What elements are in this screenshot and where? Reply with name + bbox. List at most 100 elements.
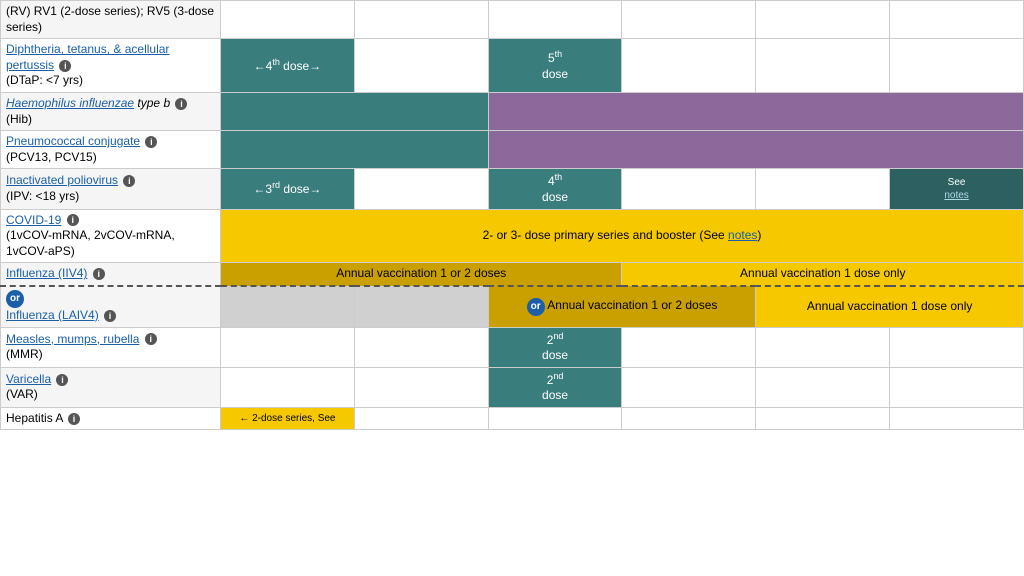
pcv-name-cell: Pneumococcal conjugate i (PCV13, PCV15)	[1, 131, 221, 169]
mmr-cell-6	[890, 327, 1024, 367]
covid-subname: (1vCOV-mRNA, 2vCOV-mRNA, 1vCOV-aPS)	[6, 228, 175, 258]
influenza-iiv-info-icon[interactable]: i	[93, 268, 105, 280]
pcv-subname: (PCV13, PCV15)	[6, 150, 97, 164]
mmr-link[interactable]: Measles, mumps, rubella	[6, 332, 139, 346]
dtap-row: Diphtheria, tetanus, & acellular pertuss…	[1, 39, 1024, 93]
ipv-notes-link[interactable]: notes	[944, 190, 968, 201]
influenza-laiv-link[interactable]: Influenza (LAIV4)	[6, 308, 99, 322]
rv-cell-6	[890, 1, 1024, 39]
pcv-row: Pneumococcal conjugate i (PCV13, PCV15)	[1, 131, 1024, 169]
varicella-cell-1	[221, 367, 355, 407]
influenza-iiv-cell-2: Annual vaccination 1 dose only	[622, 263, 1024, 286]
mmr-info-icon[interactable]: i	[145, 333, 157, 345]
varicella-cell-6	[890, 367, 1024, 407]
hepa-info-icon[interactable]: i	[68, 413, 80, 425]
mmr-cell-2	[354, 327, 488, 367]
dtap-name-cell: Diphtheria, tetanus, & acellular pertuss…	[1, 39, 221, 93]
varicella-info-icon[interactable]: i	[56, 374, 68, 386]
influenza-laiv-cell-3: or Annual vaccination 1 or 2 doses	[488, 286, 756, 327]
or-badge-2: or	[527, 298, 545, 316]
dtap-cell-3: 5thdose	[488, 39, 622, 93]
mmr-cell-1	[221, 327, 355, 367]
influenza-iiv-row: Influenza (IIV4) i Annual vaccination 1 …	[1, 263, 1024, 286]
pcv-info-icon[interactable]: i	[145, 136, 157, 148]
rv-cell-5	[756, 1, 890, 39]
pcv-cell-2	[488, 131, 1023, 169]
rv-name: (RV) RV1 (2-dose series); RV5 (3-dose se…	[1, 1, 221, 39]
influenza-iiv-cell-1: Annual vaccination 1 or 2 doses	[221, 263, 622, 286]
varicella-name-cell: Varicella i (VAR)	[1, 367, 221, 407]
hib-cell-2	[488, 92, 1023, 130]
mmr-cell-5	[756, 327, 890, 367]
ipv-cell-6: Seenotes	[890, 169, 1024, 209]
mmr-cell-3: 2nddose	[488, 327, 622, 367]
dtap-cell-6	[890, 39, 1024, 93]
hepa-cell-1: ← 2-dose series, See	[221, 407, 355, 430]
covid-link[interactable]: COVID-19	[6, 213, 61, 227]
rv-cell-3	[488, 1, 622, 39]
ipv-cell-1: ←3rd dose→	[221, 169, 355, 209]
influenza-laiv-info-icon[interactable]: i	[104, 310, 116, 322]
rv-row: (RV) RV1 (2-dose series); RV5 (3-dose se…	[1, 1, 1024, 39]
hepa-cell-6	[890, 407, 1024, 430]
pcv-cell-1	[221, 131, 489, 169]
hepa-cell-3	[488, 407, 622, 430]
ipv-cell-5	[756, 169, 890, 209]
dtap-info-icon[interactable]: i	[59, 60, 71, 72]
rv-cell-2	[354, 1, 488, 39]
covid-name-cell: COVID-19 i (1vCOV-mRNA, 2vCOV-mRNA, 1vCO…	[1, 209, 221, 263]
ipv-cell-2	[354, 169, 488, 209]
mmr-name-cell: Measles, mumps, rubella i (MMR)	[1, 327, 221, 367]
ipv-cell-4	[622, 169, 756, 209]
ipv-row: Inactivated poliovirus i (IPV: <18 yrs) …	[1, 169, 1024, 209]
mmr-subname: (MMR)	[6, 347, 43, 361]
ipv-name-cell: Inactivated poliovirus i (IPV: <18 yrs)	[1, 169, 221, 209]
influenza-laiv-cell-4: Annual vaccination 1 dose only	[756, 286, 1024, 327]
influenza-iiv-link[interactable]: Influenza (IIV4)	[6, 266, 87, 280]
hib-subname: (Hib)	[6, 112, 32, 126]
hepa-cell-5	[756, 407, 890, 430]
hepa-cell-4	[622, 407, 756, 430]
covid-row: COVID-19 i (1vCOV-mRNA, 2vCOV-mRNA, 1vCO…	[1, 209, 1024, 263]
mmr-row: Measles, mumps, rubella i (MMR) 2nddose	[1, 327, 1024, 367]
dtap-link[interactable]: Diphtheria, tetanus, & acellular pertuss…	[6, 42, 169, 72]
influenza-laiv-row: or Influenza (LAIV4) i or Annual vaccina…	[1, 286, 1024, 327]
hepa-name: Hepatitis A	[6, 411, 63, 425]
hib-cell-1	[221, 92, 489, 130]
ipv-info-icon[interactable]: i	[123, 175, 135, 187]
dtap-subname: (DTaP: <7 yrs)	[6, 73, 83, 87]
dtap-cell-2	[354, 39, 488, 93]
varicella-row: Varicella i (VAR) 2nddose	[1, 367, 1024, 407]
or-badge: or	[6, 290, 24, 308]
hib-name-cell: Haemophilus influenzae type b i (Hib)	[1, 92, 221, 130]
vaccination-schedule-table: (RV) RV1 (2-dose series); RV5 (3-dose se…	[0, 0, 1024, 430]
varicella-cell-3: 2nddose	[488, 367, 622, 407]
rv-cell-1	[221, 1, 355, 39]
hepa-cell-2	[354, 407, 488, 430]
influenza-laiv-name-cell: or Influenza (LAIV4) i	[1, 286, 221, 327]
influenza-iiv-name-cell: Influenza (IIV4) i	[1, 263, 221, 286]
varicella-cell-4	[622, 367, 756, 407]
hib-link[interactable]: Haemophilus influenzae	[6, 96, 134, 110]
hib-row: Haemophilus influenzae type b i (Hib)	[1, 92, 1024, 130]
dtap-cell-5	[756, 39, 890, 93]
influenza-laiv-cell-2	[354, 286, 488, 327]
covid-notes-link[interactable]: notes	[728, 228, 757, 242]
influenza-laiv-cell-1	[221, 286, 355, 327]
dtap-cell-4	[622, 39, 756, 93]
ipv-link[interactable]: Inactivated poliovirus	[6, 173, 118, 187]
pcv-link[interactable]: Pneumococcal conjugate	[6, 134, 140, 148]
varicella-subname: (VAR)	[6, 387, 38, 401]
dtap-cell-1: ←4th dose→	[221, 39, 355, 93]
varicella-link[interactable]: Varicella	[6, 372, 51, 386]
mmr-cell-4	[622, 327, 756, 367]
hepa-name-cell: Hepatitis A i	[1, 407, 221, 430]
covid-info-icon[interactable]: i	[67, 214, 79, 226]
covid-cell-1: 2- or 3- dose primary series and booster…	[221, 209, 1024, 263]
rv-cell-4	[622, 1, 756, 39]
hepa-row: Hepatitis A i ← 2-dose series, See	[1, 407, 1024, 430]
hib-info-icon[interactable]: i	[175, 98, 187, 110]
ipv-subname: (IPV: <18 yrs)	[6, 189, 79, 203]
ipv-cell-3: 4thdose	[488, 169, 622, 209]
varicella-cell-2	[354, 367, 488, 407]
